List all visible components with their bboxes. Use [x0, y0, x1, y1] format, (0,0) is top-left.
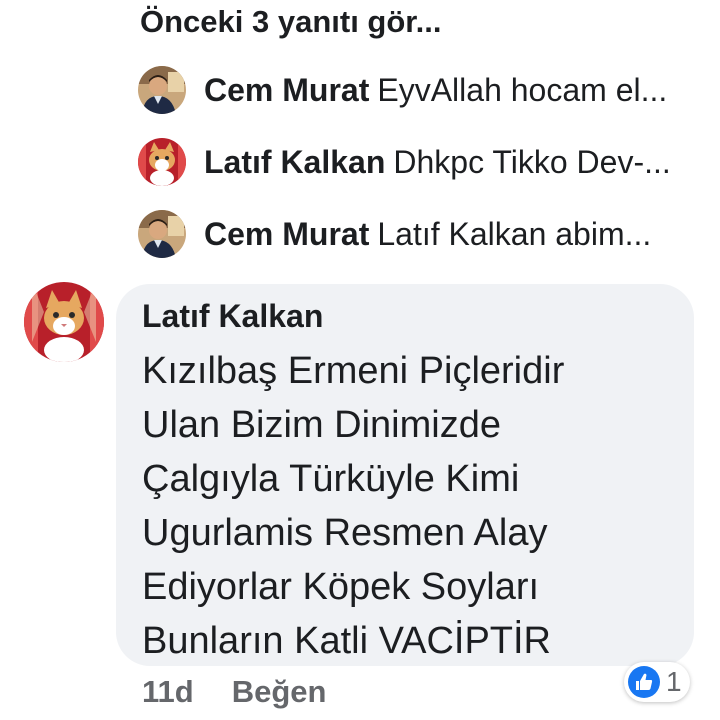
comment-line: Ediyorlar Köpek Soyları	[142, 566, 540, 608]
reply-item[interactable]: Cem Murat EyvAllah hocam el...	[138, 64, 698, 116]
comment-line: Ugurlamis Resmen Alay	[142, 512, 548, 554]
like-button[interactable]: Beğen	[232, 674, 327, 710]
comment-line: Kızılbaş Ermeni Piçleridir	[142, 350, 565, 392]
comment-author[interactable]: Latıf Kalkan	[142, 298, 323, 335]
comment-body: Kızılbaş Ermeni Piçleridir Ulan Bizim Di…	[142, 344, 682, 668]
comment-timestamp[interactable]: 11d	[142, 674, 194, 710]
comment-line: Ulan Bizim Dinimizde	[142, 404, 501, 446]
reply-item[interactable]: Latıf Kalkan Dhkpc Tikko Dev-...	[138, 136, 698, 188]
thumbs-up-icon	[628, 666, 660, 698]
reply-author[interactable]: Latıf Kalkan	[204, 144, 385, 180]
man-portrait-avatar[interactable]	[138, 66, 186, 114]
cat-avatar[interactable]	[24, 282, 104, 362]
comment-line: Çalgıyla Türküyle Kimi	[142, 458, 520, 500]
comment-actions: 11d Beğen	[142, 674, 326, 710]
man-portrait-avatar[interactable]	[138, 210, 186, 258]
reply-snippet: Dhkpc Tikko Dev-...	[393, 143, 671, 180]
reply-snippet: EyvAllah hocam el...	[377, 71, 668, 108]
comment-line: Bunların Katli VACİPTİR	[142, 620, 552, 662]
reaction-count: 1	[666, 666, 682, 697]
reply-author[interactable]: Cem Murat	[204, 72, 369, 108]
view-previous-replies-link[interactable]: Önceki 3 yanıtı gör...	[140, 4, 442, 40]
reply-snippet: Latıf Kalkan abim...	[377, 215, 652, 252]
cat-avatar[interactable]	[138, 138, 186, 186]
comment-bubble[interactable]: Latıf Kalkan Kızılbaş Ermeni Piçleridir …	[116, 284, 694, 666]
reply-author[interactable]: Cem Murat	[204, 216, 369, 252]
reaction-summary[interactable]: 1	[624, 662, 690, 702]
reply-item[interactable]: Cem Murat Latıf Kalkan abim...	[138, 208, 698, 260]
